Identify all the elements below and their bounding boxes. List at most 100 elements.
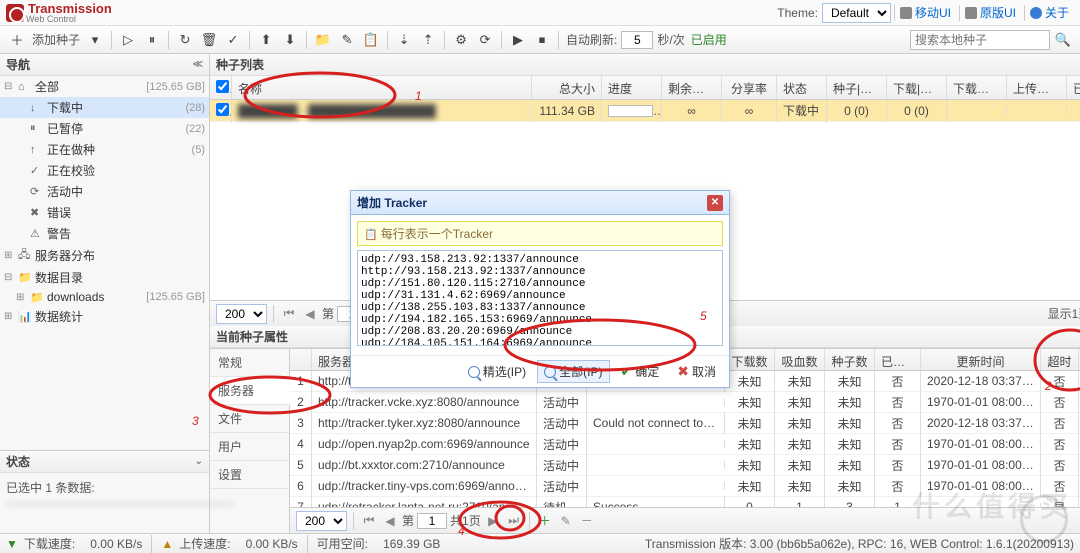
add-torrent-label[interactable]: 添加种子 — [32, 31, 80, 48]
tcol-timeout[interactable]: 超时 — [1041, 349, 1079, 370]
cancel-button[interactable]: ✖取消 — [670, 360, 723, 383]
tracker-textarea[interactable]: udp://93.158.213.92:1337/announce http:/… — [357, 250, 723, 346]
dialog-titlebar[interactable]: 增加 Tracker✕ — [351, 191, 729, 215]
tracker-prev-button[interactable]: ◀ — [381, 512, 399, 530]
tracker-last-button[interactable]: ⏭ — [505, 512, 523, 530]
reload-button[interactable]: ⟳ — [474, 29, 496, 51]
search-input[interactable] — [910, 30, 1050, 50]
tcol-conn[interactable]: 已连接 — [875, 349, 921, 370]
pause-all-button[interactable]: ⏹ — [531, 29, 553, 51]
add-tracker-dialog: 增加 Tracker✕ 📋 每行表示一个Tracker udp://93.158… — [350, 190, 730, 388]
dropdown-icon[interactable]: ▾ — [84, 29, 106, 51]
mobile-ui-link[interactable]: 移动UI — [894, 5, 956, 21]
tracker-next-button[interactable]: ▶ — [484, 512, 502, 530]
dialog-close-button[interactable]: ✕ — [707, 195, 723, 211]
page-first-button[interactable]: ⏮ — [280, 305, 298, 323]
folder-button[interactable]: 📁 — [312, 29, 334, 51]
restart-button[interactable]: ↻ — [174, 29, 196, 51]
tab-general[interactable]: 常规 — [210, 349, 289, 377]
original-ui-link[interactable]: 原版UI — [959, 5, 1021, 21]
nav-item[interactable]: ✖错误 — [0, 202, 209, 223]
nav-item[interactable]: ⊞📁downloads[125.65 GB] — [0, 288, 209, 306]
tcol-update[interactable]: 更新时间 — [921, 349, 1041, 370]
download-icon: ▼ — [6, 537, 18, 551]
col-name[interactable]: 名称 — [232, 76, 532, 99]
add-tracker-button[interactable]: ＋ — [536, 512, 554, 530]
col-progress[interactable]: 进度 — [602, 76, 662, 99]
tracker-page-input[interactable] — [417, 513, 447, 529]
col-size[interactable]: 总大小 — [532, 76, 602, 99]
search-icon — [468, 366, 480, 378]
start-button[interactable]: ▷ — [117, 29, 139, 51]
tracker-row[interactable]: 4udp://open.nyap2p.com:6969/announce活动中未… — [290, 434, 1080, 455]
col-seeds[interactable]: 种子|活跃 — [827, 76, 887, 99]
col-status[interactable]: 状态 — [777, 76, 827, 99]
col-dl-speed[interactable]: 下载速度 — [947, 76, 1007, 99]
tracker-first-button[interactable]: ⏮ — [360, 512, 378, 530]
nav-item[interactable]: ✓正在校验 — [0, 160, 209, 181]
move-up-button[interactable]: ⬆ — [255, 29, 277, 51]
nav-item[interactable]: ⊞📊数据统计 — [0, 306, 209, 327]
nav-item[interactable]: ⊟⌂全部[125.65 GB] — [0, 76, 209, 97]
collapse-nav-icon[interactable]: ≪ — [193, 59, 203, 70]
col-ul-speed[interactable]: 上传速度 — [1007, 76, 1067, 99]
torrent-row[interactable]: ███████ - ███████████████ 111.34 GB 0.00… — [210, 100, 1080, 122]
tracker-row[interactable]: 2http://tracker.vcke.xyz:8080/announce活动… — [290, 392, 1080, 413]
move-down-button[interactable]: ⬇ — [279, 29, 301, 51]
rename-button[interactable]: ✎ — [336, 29, 358, 51]
theme-select[interactable]: Default — [822, 3, 891, 23]
start-all-button[interactable]: ▶ — [507, 29, 529, 51]
check-button[interactable]: ✓ — [222, 29, 244, 51]
add-torrent-button[interactable]: ＋ — [6, 29, 28, 51]
tracker-row[interactable]: 5udp://bt.xxxtor.com:2710/announce活动中未知未… — [290, 455, 1080, 476]
tcol-dl[interactable]: 下载数 — [725, 349, 775, 370]
tracker-row[interactable]: 7udp://retracker.lanta-net.ru:2710/annou… — [290, 497, 1080, 507]
search-icon[interactable]: 🔍 — [1052, 29, 1074, 51]
tracker-row[interactable]: 3http://tracker.tyker.xyz:8080/announce活… — [290, 413, 1080, 434]
pause-button[interactable]: ⏸ — [141, 29, 163, 51]
col-ratio[interactable]: 分享率 — [722, 76, 777, 99]
enabled-label[interactable]: 已启用 — [691, 31, 727, 48]
tcol-leech[interactable]: 吸血数 — [775, 349, 825, 370]
nav-item[interactable]: ⊞🖧服务器分布 — [0, 244, 209, 267]
settings-button[interactable]: ⚙ — [450, 29, 472, 51]
nav-item[interactable]: ⚠警告 — [0, 223, 209, 244]
tab-users[interactable]: 用户 — [210, 433, 289, 461]
all-ip-button[interactable]: 全部(IP) — [537, 360, 609, 383]
tcol-seed[interactable]: 种子数 — [825, 349, 875, 370]
nav-item[interactable]: ⊟📁数据目录 — [0, 267, 209, 288]
ok-button[interactable]: ✔确定 — [614, 360, 667, 383]
tracker-page-size[interactable]: 200 — [296, 511, 347, 531]
about-link[interactable]: 关于 — [1024, 5, 1074, 21]
tab-settings[interactable]: 设置 — [210, 461, 289, 489]
page-prev-button[interactable]: ◀ — [301, 305, 319, 323]
ul-speed-value: 0.00 KB/s — [246, 537, 298, 551]
tab-servers[interactable]: 服务器 — [210, 377, 290, 405]
search-icon — [544, 366, 556, 378]
tracker-row[interactable]: 6udp://tracker.tiny-vps.com:6969/announc… — [290, 476, 1080, 497]
remove-button[interactable]: 🗑 — [198, 29, 220, 51]
refresh-interval-input[interactable] — [621, 31, 653, 49]
remove-tracker-button[interactable]: － — [578, 512, 596, 530]
limit-ul-button[interactable]: ⇡ — [417, 29, 439, 51]
collapse-status-icon[interactable]: ⌄ — [195, 456, 203, 467]
col-remain[interactable]: 剩余时间 — [662, 76, 722, 99]
col-done[interactable]: 已完 — [1067, 76, 1080, 99]
status-detail: ——————————————————— — [6, 496, 203, 510]
tab-files[interactable]: 文件 — [210, 405, 289, 433]
page-size-select[interactable]: 200 — [216, 304, 267, 324]
edit-tracker-button[interactable]: ✎ — [557, 512, 575, 530]
select-ip-button[interactable]: 精选(IP) — [461, 360, 533, 383]
col-peers[interactable]: 下载|活跃 — [887, 76, 947, 99]
nav-item[interactable]: ↓下载中(28) — [0, 97, 209, 118]
dl-speed-label: 下载速度: — [24, 535, 75, 552]
nav-item[interactable]: ⏸已暂停(22) — [0, 118, 209, 139]
statusbar: ▼下载速度: 0.00 KB/s ▲上传速度: 0.00 KB/s 可用空间: … — [0, 533, 1080, 553]
limit-dl-button[interactable]: ⇣ — [393, 29, 415, 51]
nav-item[interactable]: ⟳活动中 — [0, 181, 209, 202]
col-checkbox[interactable] — [210, 76, 232, 99]
torrent-remain: ∞ — [662, 100, 722, 122]
copy-button[interactable]: 📋 — [360, 29, 382, 51]
nav-item[interactable]: ↑正在做种(5) — [0, 139, 209, 160]
row-checkbox[interactable] — [216, 103, 229, 116]
